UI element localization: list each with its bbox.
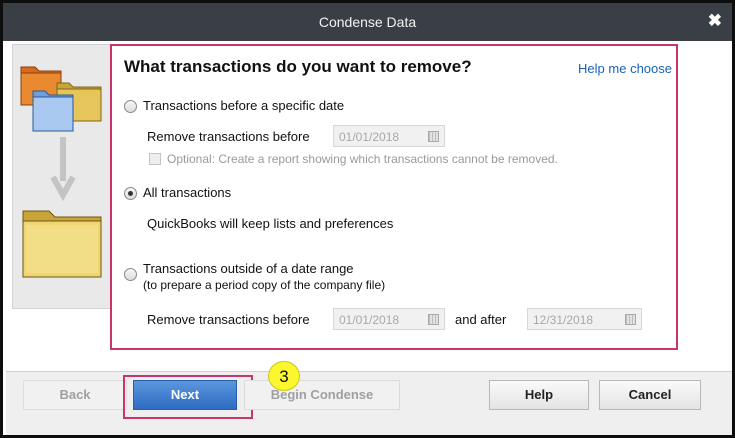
option-date-range-sublabel: (to prepare a period copy of the company… (143, 278, 386, 292)
calendar-icon[interactable] (625, 314, 636, 325)
begin-condense-button[interactable]: Begin Condense (244, 380, 400, 410)
and-after-label: and after (455, 312, 507, 327)
option-specific-date-label: Transactions before a specific date (143, 98, 345, 113)
option-all-label: All transactions (143, 185, 232, 200)
calendar-icon[interactable] (428, 314, 439, 325)
remove-before-label: Remove transactions before (147, 129, 310, 144)
specific-date-field[interactable]: 01/01/2018 (333, 125, 445, 147)
calendar-icon[interactable] (428, 131, 439, 142)
optional-report-label: Optional: Create a report showing which … (167, 152, 558, 166)
close-icon[interactable]: ✖ (708, 11, 722, 31)
help-button-label: Help (524, 387, 554, 402)
cancel-button[interactable]: Cancel (599, 380, 701, 410)
specific-date-value: 01/01/2018 (339, 130, 400, 144)
back-button[interactable]: Back (23, 380, 127, 410)
range-after-date-field[interactable]: 12/31/2018 (527, 308, 642, 330)
panel-heading: What transactions do you want to remove? (124, 57, 472, 76)
next-button[interactable]: Next (133, 380, 237, 410)
range-before-date-field[interactable]: 01/01/2018 (333, 308, 445, 330)
next-button-label: Next (170, 387, 200, 402)
radio-all-transactions[interactable] (124, 187, 137, 200)
folders-illustration (12, 44, 112, 309)
range-remove-before-label: Remove transactions before (147, 312, 310, 327)
condense-data-dialog: Condense Data ✖ What transactions do you… (0, 0, 735, 438)
help-me-choose-link[interactable]: Help me choose (578, 61, 672, 76)
option-date-range-label: Transactions outside of a date range (143, 261, 354, 276)
help-button[interactable]: Help (489, 380, 589, 410)
title-bar: Condense Data ✖ (3, 3, 732, 41)
radio-date-range[interactable] (124, 268, 137, 281)
transaction-options-panel: What transactions do you want to remove?… (110, 44, 678, 350)
dialog-title: Condense Data (318, 14, 417, 30)
range-before-date-value: 01/01/2018 (339, 313, 400, 327)
keep-lists-note: QuickBooks will keep lists and preferenc… (147, 216, 394, 231)
folders-graphic (20, 66, 102, 278)
radio-specific-date[interactable] (124, 100, 137, 113)
back-button-label: Back (59, 387, 91, 402)
optional-report-checkbox[interactable] (149, 153, 161, 165)
step-number-badge: 3 (268, 361, 300, 391)
cancel-button-label: Cancel (628, 387, 672, 402)
range-after-date-value: 12/31/2018 (533, 313, 594, 327)
